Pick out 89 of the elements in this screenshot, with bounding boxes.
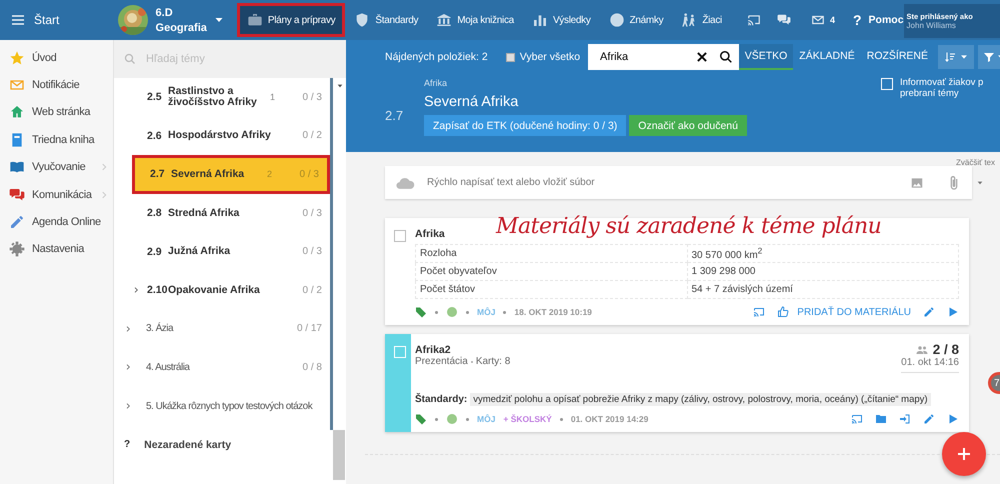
nav-tab[interactable]: Plány a prípravy: [236, 3, 346, 37]
sidebar-item[interactable]: Triedna kniha: [32, 134, 94, 146]
topic-progress: 0 / 3: [302, 246, 322, 258]
sidebar-item[interactable]: Nastavenia: [32, 243, 84, 256]
topic-row[interactable]: 2.6 Hospodárstvo Afriky 0 / 2: [114, 116, 330, 156]
annotation-text: Materiály sú zaradené k téme plánu: [496, 214, 882, 239]
card-date: 18. OKT 2019 10:19: [514, 307, 592, 317]
topic-title: Hospodárstvo Afriky: [167, 130, 272, 142]
table-cell: Rozloha: [416, 244, 687, 262]
gauge-badge: 7: [988, 372, 1000, 394]
topic-title: Stredná Afrika: [167, 208, 240, 219]
score-date: 01. okt 14:16: [901, 357, 959, 368]
scope-label: MÔJ: [477, 307, 496, 317]
card-count: Karty: 8: [476, 356, 510, 367]
nav-tab[interactable]: Žiaci: [672, 0, 731, 40]
filter-tab[interactable]: ZÁKLADNÉ: [793, 44, 861, 70]
nav-tab[interactable]: Moja knižnica: [427, 0, 523, 40]
card-date: 01. OKT 2019 14:29: [570, 414, 648, 424]
mail-count: 4: [830, 15, 835, 25]
result-count: Nájdených položiek: 2: [385, 51, 488, 63]
topic-row[interactable]: 2.10Opakovanie Afrika 0 / 2: [114, 270, 330, 310]
standard-chip: vymedziť polohu a opísať pobrežie Afriky z mapy (zálivy, ostrovy, polostrovy, moria, oceány) („čítanie“ mapy): [470, 393, 931, 406]
topic-progress: 0 / 2: [302, 130, 322, 142]
filter-tab[interactable]: ROZŠÍRENÉ: [860, 44, 934, 70]
sidebar-item[interactable]: Notifikácie: [32, 79, 80, 92]
sidebar-item[interactable]: Vyučovanie: [32, 161, 86, 174]
topic-number: 2.5: [147, 91, 163, 104]
unassigned-cards[interactable]: Nezaradené karty: [144, 438, 232, 451]
sidebar-item[interactable]: Úvod: [32, 52, 56, 64]
topic-progress: 0 / 3: [298, 168, 319, 180]
chapter-row[interactable]: 5. Ukážka rôznych typov testových otázok: [114, 386, 330, 426]
topic-row[interactable]: 2.8 Stredná Afrika 0 / 3: [114, 194, 330, 232]
table-cell: 54 + 7 závislých území: [687, 280, 958, 298]
card-type: Prezentácia: [415, 356, 468, 367]
topic-number: 2.7: [150, 168, 166, 180]
chapter-row[interactable]: 3. Ázia 0 / 17: [114, 310, 330, 348]
topic-count: 1: [270, 92, 276, 102]
table-cell: 30 570 000 km$^{2}$: [687, 244, 958, 262]
topic-progress: 0 / 8: [302, 362, 322, 373]
parent-topic: Afrika: [424, 78, 448, 88]
table-cell: 1 309 298 000: [687, 262, 958, 280]
topic-title: Opakovanie Afrika: [167, 284, 261, 296]
topic-count: 2: [267, 169, 274, 180]
nav-tab[interactable]: Štandardy: [345, 0, 428, 40]
nav-tab[interactable]: Výsledky: [522, 0, 600, 40]
class-subject: Geografia: [156, 22, 207, 34]
topic-row[interactable]: 2.7 Severná Afrika 2 0 / 3: [132, 155, 330, 194]
table-cell: Počet štátov: [416, 280, 687, 298]
filter-tab[interactable]: VŠETKO: [738, 44, 794, 70]
scope-label: MÔJ: [477, 414, 496, 424]
topic-progress: 0 / 3: [302, 208, 322, 219]
topic-title: Rastlinstvo a živočíšstvo Afriky: [167, 86, 258, 108]
class-name: 6.D: [156, 6, 174, 18]
search-field[interactable]: Afrika: [588, 44, 739, 70]
table-cell: Počet obyvateľov: [416, 262, 687, 280]
question-mark: ?: [124, 439, 130, 450]
sidebar-item[interactable]: Web stránka: [32, 106, 90, 118]
chapter-title: 4. Austrália: [146, 362, 191, 373]
help-mark[interactable]: ?: [852, 12, 862, 28]
nav-tab[interactable]: Známky: [600, 0, 672, 40]
topic-row[interactable]: 2.9 Južná Afrika 0 / 3: [114, 232, 330, 271]
topic-title: Južná Afrika: [167, 246, 232, 258]
card-title[interactable]: Afrika2: [415, 344, 510, 356]
chapter-title: 3. Ázia: [146, 323, 174, 334]
chapter-title: 5. Ukážka rôznych typov testových otázok: [146, 400, 314, 412]
chapter-row[interactable]: 4. Austrália 0 / 8: [114, 348, 330, 387]
sidebar-item[interactable]: Komunikácia: [32, 188, 92, 201]
topic-progress: 0 / 2: [302, 284, 322, 296]
user-name: John Williams: [906, 21, 957, 30]
standards-label: Štandardy:: [415, 394, 468, 405]
topic-progress: 0 / 17: [296, 323, 322, 334]
topic-number: 2.8: [147, 207, 163, 220]
card-title[interactable]: Afrika: [415, 228, 445, 240]
topic-number: 2.9: [147, 246, 163, 258]
topic-number: 2.6: [147, 130, 163, 142]
quick-input-field[interactable]: Rýchlo napísať text alebo vložiť súbor: [385, 166, 972, 199]
select-all-label: Vyber všetko: [520, 51, 580, 63]
sidebar-item[interactable]: Agenda Online: [32, 216, 101, 228]
topic-number: 2.7: [385, 108, 404, 125]
topic-number: 2.10: [147, 284, 166, 296]
topic-title: Severná Afrika: [424, 94, 520, 110]
notify-label: Informovať žiakov p prebraní témy: [900, 78, 984, 99]
topic-title: Severná Afrika: [170, 168, 246, 180]
score-value: 2 / 8: [932, 342, 959, 357]
scope-label: + ŠKOLSKÝ: [503, 414, 552, 424]
help-link[interactable]: Pomoc: [868, 14, 904, 26]
topic-progress: 0 / 3: [302, 92, 322, 103]
zoom-hint: Zväčšiť tex: [956, 158, 996, 167]
home-button[interactable]: Štart: [0, 0, 112, 40]
